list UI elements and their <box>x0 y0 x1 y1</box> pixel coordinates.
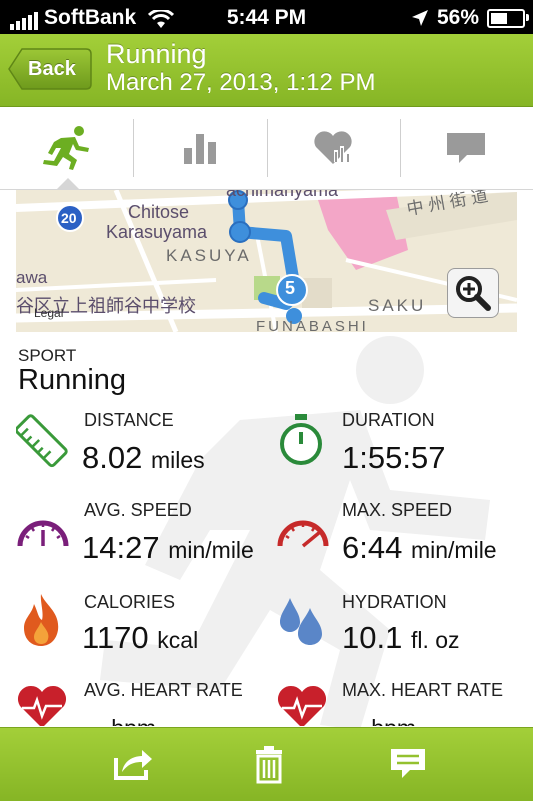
status-bar: SoftBank 5:44 PM 56% <box>0 0 533 34</box>
route-marker-label: 5 <box>285 278 296 298</box>
stat-avg-speed: AVG. SPEED 14:27 min/mile <box>16 498 286 568</box>
flame-icon <box>24 594 59 646</box>
stat-max-heart-rate-unit: bpm <box>371 715 416 726</box>
bar-chart-icon <box>183 134 216 164</box>
tab-heart-rate[interactable] <box>266 107 400 189</box>
stat-max-heart-rate: MAX. HEART RATE -- bpm <box>276 678 533 726</box>
stat-avg-speed-value: 14:27 min/mile <box>82 530 254 565</box>
stat-avg-heart-rate-unit: bpm <box>111 715 156 726</box>
ruler-icon <box>16 414 68 468</box>
stat-distance-unit: miles <box>150 447 205 473</box>
bottom-toolbar <box>0 727 533 801</box>
selected-tab-indicator <box>56 178 80 190</box>
stat-calories-label: CALORIES <box>84 592 176 612</box>
stat-max-speed-unit: min/mile <box>410 537 497 563</box>
route-map[interactable]: achimanyama 中 州 街 道 20 Chitose Karasuyam… <box>16 190 517 332</box>
stat-distance-label: DISTANCE <box>84 410 174 430</box>
page-title: Running <box>106 39 207 69</box>
heart-pulse-icon <box>278 686 326 726</box>
map-label-upper-street: achimanyama <box>226 190 339 200</box>
stat-avg-speed-unit: min/mile <box>168 537 254 563</box>
map-label-karasuyama: Karasuyama <box>106 222 208 242</box>
nav-bar: Back Running March 27, 2013, 1:12 PM <box>0 34 533 107</box>
stat-duration-value: 1:55:57 <box>342 440 446 475</box>
map-label-awa: awa <box>16 268 48 287</box>
notes-button[interactable] <box>390 748 426 785</box>
stopwatch-icon <box>280 414 322 465</box>
battery-percent: 56% <box>436 6 479 29</box>
map-label-kasuya: KASUYA <box>166 246 252 265</box>
runner-icon <box>42 126 89 170</box>
tab-notes[interactable] <box>399 107 533 189</box>
stat-calories: CALORIES 1170 kcal <box>16 590 266 660</box>
back-button-label: Back <box>28 58 76 80</box>
magnifier-plus-icon <box>456 276 491 311</box>
map-legal-link[interactable]: Legal <box>34 306 63 320</box>
tab-workout[interactable] <box>0 107 133 189</box>
stat-hydration-value: 10.1 fl. oz <box>342 620 460 655</box>
map-label-chitose: Chitose <box>128 202 190 222</box>
map-label-route-number: 20 <box>61 210 77 226</box>
heart-pulse-icon <box>18 686 66 726</box>
stat-max-heart-rate-value: -- bpm <box>342 708 416 726</box>
map-label-sakura: SAKU <box>368 296 427 315</box>
delete-button[interactable] <box>256 746 282 789</box>
speedometer-slow-icon <box>17 520 69 547</box>
stat-avg-speed-label: AVG. SPEED <box>84 500 192 520</box>
stat-distance-value: 8.02 miles <box>82 440 205 475</box>
stat-hydration-label: HYDRATION <box>342 592 447 612</box>
stat-avg-heart-rate-label: AVG. HEART RATE <box>84 680 243 700</box>
comment-icon <box>391 749 425 778</box>
stat-distance: DISTANCE 8.02 miles <box>16 408 266 478</box>
water-drops-icon <box>280 598 322 645</box>
stat-calories-value: 1170 kcal <box>82 620 199 655</box>
map-zoom-button[interactable] <box>447 268 499 318</box>
status-right: 56% <box>411 6 529 30</box>
page-subtitle: March 27, 2013, 1:12 PM <box>106 69 376 96</box>
sport-value: Running <box>18 364 127 396</box>
stat-avg-heart-rate: AVG. HEART RATE -- bpm <box>16 678 276 726</box>
stat-duration-label: DURATION <box>342 410 435 430</box>
battery-icon <box>487 8 529 28</box>
heart-chart-icon <box>314 131 352 164</box>
stat-duration: DURATION 1:55:57 <box>276 408 526 478</box>
stat-hydration-unit: fl. oz <box>410 627 460 653</box>
stat-max-heart-rate-label: MAX. HEART RATE <box>342 680 504 700</box>
sport-label: SPORT <box>18 346 77 365</box>
stat-avg-heart-rate-value: -- bpm <box>82 708 156 726</box>
back-button[interactable]: Back <box>8 48 92 90</box>
share-button[interactable] <box>112 746 154 785</box>
stat-max-speed-value: 6:44 min/mile <box>342 530 497 565</box>
speedometer-fast-icon <box>277 520 329 548</box>
location-arrow-icon <box>411 10 428 26</box>
comment-icon <box>447 133 486 163</box>
stat-hydration: HYDRATION 10.1 fl. oz <box>276 590 526 660</box>
stat-max-speed-label: MAX. SPEED <box>342 500 453 520</box>
share-icon <box>114 750 152 780</box>
stat-calories-unit: kcal <box>157 627 199 653</box>
stat-max-speed: MAX. SPEED 6:44 min/mile <box>276 498 533 568</box>
trash-icon <box>256 746 282 784</box>
tab-charts[interactable] <box>133 107 266 189</box>
